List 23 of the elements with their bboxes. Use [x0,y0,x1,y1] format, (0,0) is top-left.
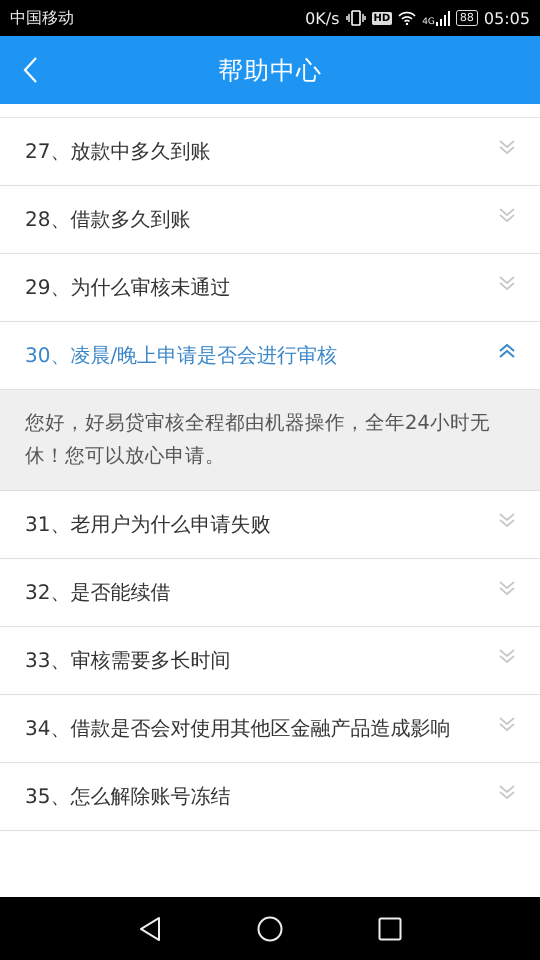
chevron-down-icon [498,512,516,528]
battery-level: 88 [456,10,478,26]
recents-icon[interactable] [378,916,402,940]
chevron-up-icon [498,343,516,359]
chevron-down-icon [498,784,516,800]
chevron-down-icon [498,580,516,596]
back-icon[interactable] [138,916,162,942]
faq-answer: 您好，好易贷审核全程都由机器操作，全年24小时无休！您可以放心申请。 [0,390,540,491]
chevron-down-icon [498,139,516,155]
network-speed: 0K/s [305,8,340,28]
clock: 05:05 [484,8,530,28]
chevron-down-icon [498,207,516,223]
chevron-down-icon [498,275,516,291]
chevron-down-icon [498,716,516,732]
hd-badge: HD [372,12,392,24]
network-type: 4G [422,16,435,26]
page-title: 帮助中心 [218,54,322,86]
chevron-down-icon [498,648,516,664]
carrier-name: 中国移动 [10,8,74,28]
home-icon[interactable] [257,916,283,942]
wifi-icon [398,11,416,25]
vibrate-icon [346,10,366,26]
signal-icon [436,10,450,26]
